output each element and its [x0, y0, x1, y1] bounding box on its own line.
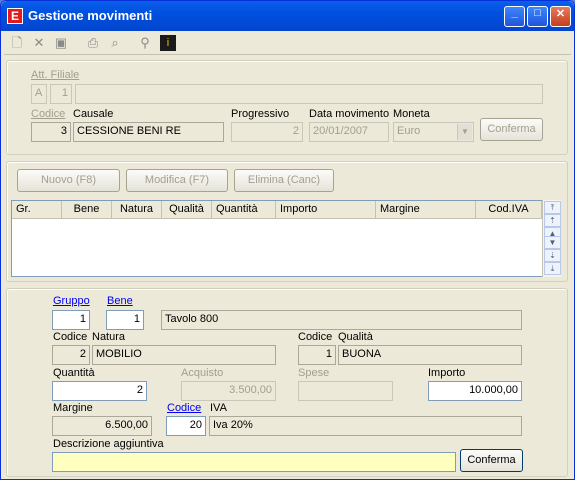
key-icon[interactable]: ⚲	[136, 34, 154, 52]
progressivo-label: Progressivo	[231, 108, 290, 120]
preview-icon[interactable]: ⌕	[106, 34, 124, 52]
col-header-importo[interactable]: Importo	[276, 201, 376, 219]
main-window: E Gestione movimenti _ □ ✕ 🗋 ✕ ▣ ⎙ ⌕ ⚲ i…	[0, 0, 575, 480]
importo-label: Importo	[428, 367, 466, 379]
qualita-desc-field: BUONA	[338, 345, 522, 365]
movements-grid[interactable]: Gr. Bene Natura Qualità Quantità Importo…	[11, 200, 561, 277]
iva-desc-field: Iva 20%	[209, 416, 522, 436]
natura-codice-label: Codice	[53, 331, 88, 343]
nuovo-button[interactable]: Nuovo (F8)	[17, 169, 120, 192]
chevron-down-icon: ▼	[457, 124, 472, 140]
bene-field[interactable]: 1	[106, 310, 144, 330]
att-filiale-label: Att. Filiale	[31, 69, 80, 81]
acquisto-label: Acquisto	[181, 367, 224, 379]
causale-field: CESSIONE BENI RE	[73, 122, 224, 142]
window-title: Gestione movimenti	[28, 8, 153, 23]
modifica-button[interactable]: Modifica (F7)	[126, 169, 228, 192]
filiale-desc-field	[75, 84, 543, 104]
col-header-codiva[interactable]: Cod.IVA	[476, 201, 542, 219]
qualita-codice-label: Codice	[298, 331, 333, 343]
descrizione-label: Descrizione aggiuntiva	[53, 438, 164, 450]
qualita-codice-field: 1	[298, 345, 336, 365]
iva-label: IVA	[210, 402, 227, 414]
iva-codice-link[interactable]: Codice	[167, 402, 201, 414]
natura-label: Natura	[92, 331, 126, 343]
acquisto-field: 3.500,00	[181, 381, 276, 401]
app-icon: E	[7, 8, 23, 24]
save-icon[interactable]: ▣	[52, 34, 70, 52]
header-conferma-button[interactable]: Conferma	[480, 118, 543, 141]
info-icon[interactable]: i	[160, 35, 176, 51]
gruppo-link[interactable]: Gruppo	[53, 295, 90, 307]
gruppo-field[interactable]: 1	[52, 310, 90, 330]
col-header-margine[interactable]: Margine	[376, 201, 476, 219]
elimina-button[interactable]: Elimina (Canc)	[234, 169, 334, 192]
spese-label: Spese	[298, 367, 330, 379]
delete-icon[interactable]: ✕	[30, 34, 48, 52]
col-header-natura[interactable]: Natura	[112, 201, 162, 219]
margine-field: 6.500,00	[52, 416, 152, 436]
col-header-qualita[interactable]: Qualità	[162, 201, 212, 219]
minimize-icon: _	[511, 7, 518, 19]
scroll-last-icon[interactable]: ⤓	[544, 262, 561, 275]
moneta-value: Euro	[397, 125, 421, 137]
bene-desc-field: Tavolo 800	[161, 310, 522, 330]
codice-label: Codice	[31, 108, 66, 120]
data-movimento-label: Data movimento	[309, 108, 390, 120]
descrizione-field[interactable]	[52, 452, 456, 472]
minimize-button[interactable]: _	[504, 6, 525, 27]
toolbar: 🗋 ✕ ▣ ⎙ ⌕ ⚲ i	[4, 31, 571, 55]
natura-desc-field: MOBILIO	[92, 345, 276, 365]
col-header-bene[interactable]: Bene	[62, 201, 112, 219]
scroll-down-icon[interactable]: ▼	[544, 236, 561, 249]
moneta-label: Moneta	[393, 108, 430, 120]
quantita-field[interactable]: 2	[52, 381, 147, 401]
codice-field: 3	[31, 122, 71, 142]
margine-label: Margine	[53, 402, 93, 414]
importo-field[interactable]: 10.000,00	[428, 381, 522, 401]
close-icon: ✕	[555, 8, 566, 20]
maximize-button[interactable]: □	[527, 6, 548, 27]
new-icon[interactable]: 🗋	[8, 34, 26, 52]
progressivo-field: 2	[231, 122, 303, 142]
data-movimento-field: 20/01/2007	[309, 122, 389, 142]
causale-label: Causale	[73, 108, 114, 120]
iva-codice-field[interactable]: 20	[166, 416, 206, 436]
maximize-icon: □	[534, 7, 541, 19]
qualita-label: Qualità	[338, 331, 373, 343]
title-bar[interactable]: E Gestione movimenti _ □ ✕	[1, 1, 574, 31]
col-header-gr[interactable]: Gr.	[12, 201, 62, 219]
print-icon[interactable]: ⎙	[84, 34, 102, 52]
grid-scrollbar[interactable]: ⤒ ⇡ ▲ ▼ ⇣ ⤓	[542, 200, 561, 277]
scroll-first-icon[interactable]: ⤒	[544, 201, 561, 214]
col-header-quantita[interactable]: Quantità	[212, 201, 276, 219]
bene-link[interactable]: Bene	[107, 295, 133, 307]
scroll-page-up-icon[interactable]: ⇡	[544, 214, 561, 227]
att-field: A	[31, 84, 47, 104]
moneta-select: Euro ▼	[393, 122, 474, 142]
close-button[interactable]: ✕	[550, 6, 571, 27]
detail-conferma-button[interactable]: Conferma	[460, 449, 523, 472]
scroll-page-down-icon[interactable]: ⇣	[544, 249, 561, 262]
natura-codice-field: 2	[52, 345, 90, 365]
filiale-field: 1	[50, 84, 72, 104]
quantita-label: Quantità	[53, 367, 95, 379]
spese-field	[298, 381, 393, 401]
